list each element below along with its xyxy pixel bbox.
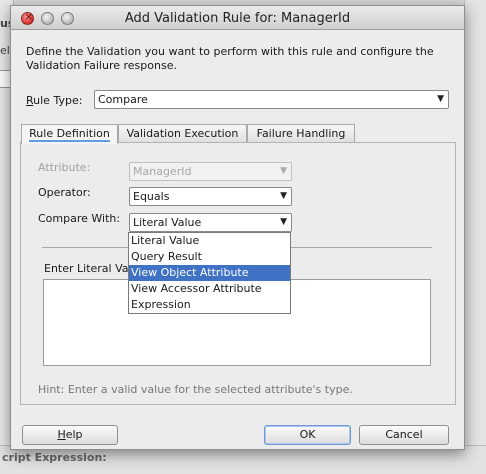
background-fragment-bottom: cript Expression: — [2, 451, 107, 464]
rule-type-select[interactable]: Compare ▼ — [94, 90, 449, 109]
add-validation-rule-dialog: Add Validation Rule for: ManagerId Defin… — [10, 5, 465, 450]
tab-validation-execution-label: Validation Execution — [126, 127, 239, 140]
chevron-down-icon: ▼ — [280, 217, 287, 227]
attribute-label: Attribute: — [38, 161, 91, 174]
tab-rule-definition-label: Rule Definition — [29, 127, 110, 142]
help-button-label: Help — [57, 428, 83, 441]
ok-button[interactable]: OK — [264, 425, 351, 445]
rule-type-label-rest: ule Type: — [33, 94, 83, 107]
compare-option-literal-value[interactable]: Literal Value — [129, 233, 290, 249]
compare-option-expression[interactable]: Expression — [129, 297, 290, 313]
dialog-titlebar[interactable]: Add Validation Rule for: ManagerId — [11, 6, 464, 30]
tab-failure-handling-label: Failure Handling — [256, 127, 346, 140]
chevron-down-icon: ▼ — [280, 166, 287, 176]
cancel-button[interactable]: Cancel — [359, 425, 449, 445]
attribute-select: ManagerId ▼ — [129, 162, 292, 181]
operator-value: Equals — [133, 190, 170, 203]
compare-with-dropdown-list: Literal Value Query Result View Object A… — [128, 232, 291, 314]
operator-select[interactable]: Equals ▼ — [129, 187, 292, 206]
ok-button-label: OK — [299, 428, 316, 441]
dialog-title: Add Validation Rule for: ManagerId — [124, 11, 351, 26]
compare-option-view-accessor-attribute[interactable]: View Accessor Attribute — [129, 281, 290, 297]
compare-with-value: Literal Value — [133, 216, 202, 229]
attribute-value: ManagerId — [133, 165, 192, 178]
compare-option-view-object-attribute[interactable]: View Object Attribute — [129, 265, 290, 281]
hint-text: Hint: Enter a valid value for the select… — [38, 383, 353, 396]
cancel-button-label: Cancel — [385, 428, 423, 441]
tab-failure-handling[interactable]: Failure Handling — [247, 124, 355, 143]
tab-validation-execution[interactable]: Validation Execution — [118, 124, 247, 143]
compare-option-query-result[interactable]: Query Result — [129, 249, 290, 265]
tab-rule-definition[interactable]: Rule Definition — [21, 124, 118, 144]
chevron-down-icon: ▼ — [437, 94, 444, 104]
dialog-description: Define the Validation you want to perfor… — [26, 45, 434, 72]
operator-label: Operator: — [38, 186, 91, 199]
background-right-panel — [464, 0, 486, 474]
literal-value-label: Enter Literal Valu — [44, 262, 139, 275]
help-button[interactable]: Help — [22, 425, 118, 445]
rule-type-label: Rule Type: — [26, 94, 83, 107]
rule-type-value: Compare — [98, 93, 148, 106]
chevron-down-icon: ▼ — [280, 191, 287, 201]
compare-with-select[interactable]: Literal Value ▼ — [129, 213, 292, 232]
compare-with-label: Compare With: — [38, 212, 121, 225]
